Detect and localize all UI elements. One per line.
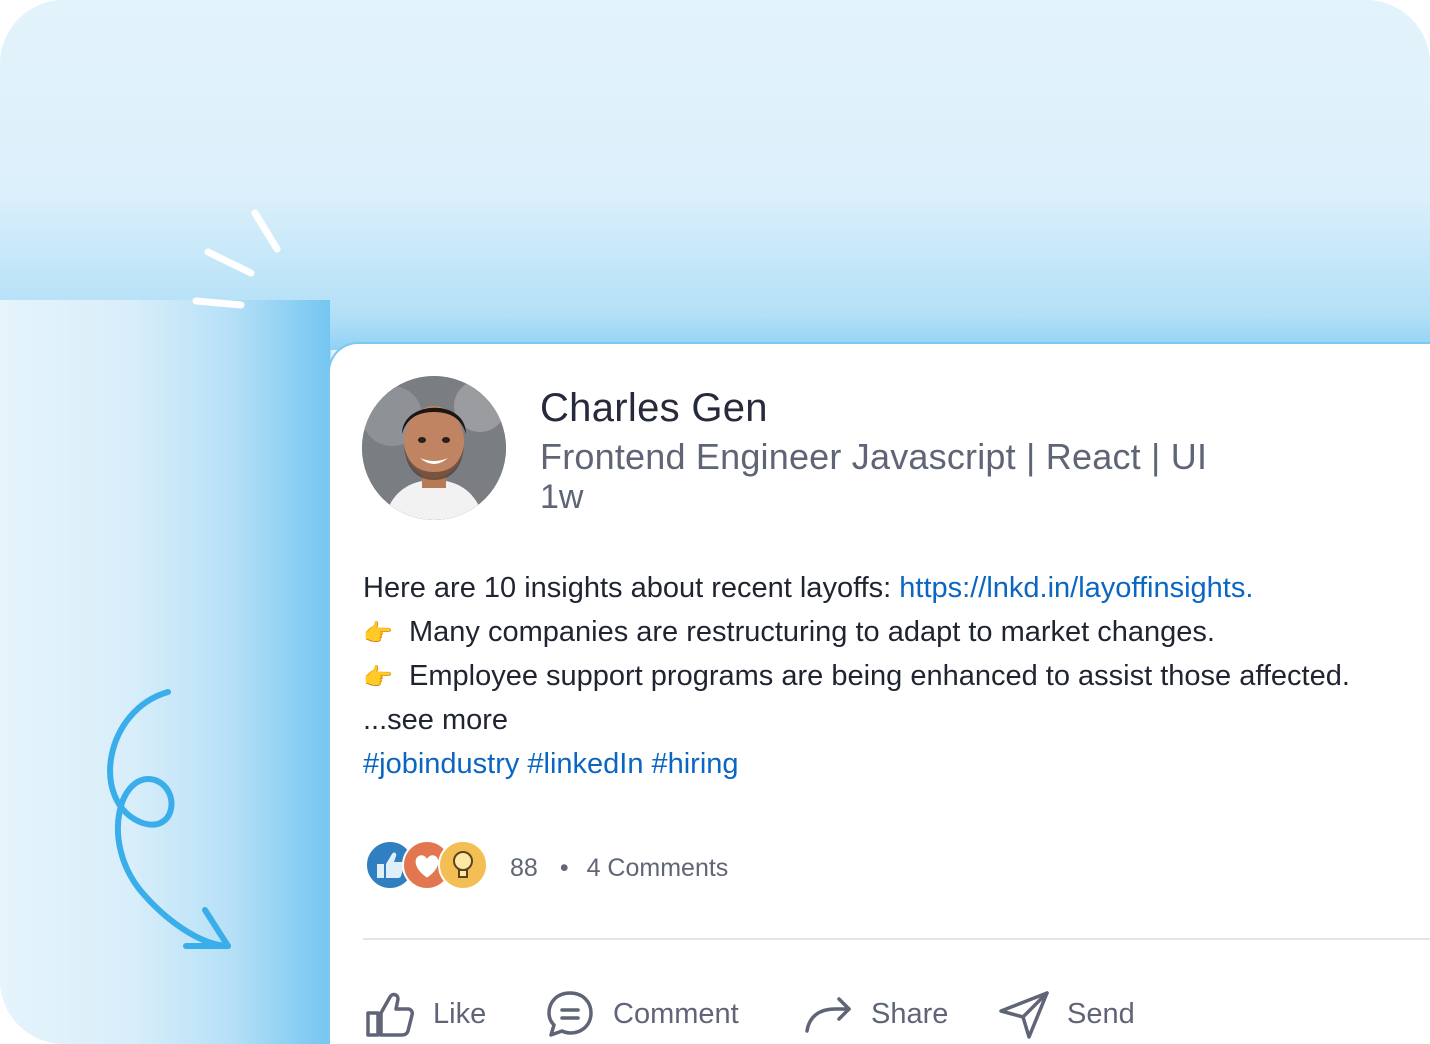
see-more-link[interactable]: ...see more	[363, 700, 1430, 744]
hashtag-link[interactable]: #hiring	[651, 748, 738, 780]
reaction-icons[interactable]	[365, 840, 495, 894]
hashtags: #jobindustry #linkedIn #hiring	[363, 748, 747, 781]
insightful-icon	[438, 840, 488, 890]
engagement-counts: 88 • 4 Comments	[510, 854, 728, 883]
post-point-text: Many companies are restructuring to adap…	[409, 616, 1215, 648]
post-intro-text: Here are 10 insights about recent layoff…	[363, 572, 900, 604]
send-label: Send	[1067, 997, 1135, 1030]
post-point: 👉 Many companies are restructuring to ada…	[363, 612, 1430, 656]
comment-count-link[interactable]: 4 Comments	[587, 854, 729, 882]
author-name[interactable]: Charles Gen	[540, 386, 768, 431]
avatar[interactable]	[362, 376, 506, 520]
thumbs-up-icon	[366, 992, 414, 1037]
like-label: Like	[433, 997, 487, 1030]
divider	[363, 938, 1430, 940]
reaction-count[interactable]: 88	[510, 854, 538, 882]
author-headline: Frontend Engineer Javascript | React | U…	[540, 436, 1208, 477]
pointing-hand-icon: 👉	[363, 620, 393, 647]
avatar-photo-icon	[362, 376, 506, 520]
share-button[interactable]: Share	[801, 984, 948, 1044]
comment-button[interactable]: Comment	[543, 984, 739, 1044]
post-body: Here are 10 insights about recent layoff…	[363, 568, 1430, 744]
share-label: Share	[871, 997, 949, 1030]
post-card: Charles Gen Frontend Engineer Javascript…	[328, 342, 1430, 1044]
comment-label: Comment	[613, 997, 739, 1030]
post-point-text: Employee support programs are being enha…	[409, 660, 1350, 692]
pointing-hand-icon: 👉	[363, 664, 393, 691]
send-button[interactable]: Send	[997, 984, 1135, 1044]
hashtag-link[interactable]: #jobindustry	[363, 748, 519, 780]
background-left-gradient	[0, 300, 330, 1044]
post-point: 👉 Employee support programs are being enh…	[363, 656, 1430, 700]
comment-icon	[547, 991, 593, 1037]
separator-dot: •	[559, 854, 569, 882]
post-timestamp: 1w	[540, 478, 584, 516]
background-top-gradient	[0, 0, 1430, 350]
hashtag-link[interactable]: #linkedIn	[527, 748, 643, 780]
send-icon	[999, 991, 1049, 1039]
share-arrow-icon	[805, 997, 851, 1033]
post-intro-line: Here are 10 insights about recent layoff…	[363, 568, 1430, 612]
like-button[interactable]: Like	[363, 984, 486, 1044]
post-link[interactable]: https://lnkd.in/layoffinsights.	[899, 572, 1253, 604]
